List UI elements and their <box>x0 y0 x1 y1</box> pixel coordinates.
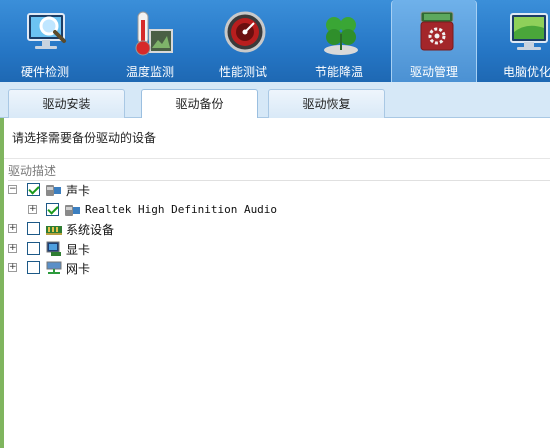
tree-item-label: 网卡 <box>66 262 91 276</box>
main-toolbar: 硬件检测 温度监测 性能测试 节能降温 驱动管理 电脑优化 <box>0 0 550 82</box>
toolbar-label: 硬件检测 <box>20 65 69 79</box>
monitor-magnifier-icon <box>27 13 66 49</box>
sound-card-icon <box>65 205 80 216</box>
tree-row-sound-card[interactable]: − 声卡 <box>0 181 550 199</box>
tree-row-system-devices[interactable]: + 系统设备 <box>0 220 550 238</box>
display-adapter-icon <box>46 241 61 256</box>
toolbar-hardware-detect[interactable]: 硬件检测 <box>2 0 88 82</box>
toolbar-driver-management[interactable]: 驱动管理 <box>391 0 477 82</box>
toolbar-label: 节能降温 <box>314 65 363 79</box>
expand-toggle[interactable]: + <box>8 263 17 272</box>
system-device-icon <box>46 226 62 235</box>
sound-card-icon <box>46 185 61 196</box>
expand-toggle[interactable]: + <box>28 205 37 214</box>
tab-driver-backup[interactable]: 驱动备份 <box>141 89 258 119</box>
driver-box-icon <box>420 11 454 51</box>
toolbar-temperature-monitor[interactable]: 温度监测 <box>107 0 193 82</box>
toolbar-label: 性能测试 <box>218 65 267 79</box>
clover-icon <box>324 17 358 55</box>
device-checkbox[interactable] <box>27 242 40 255</box>
toolbar-label: 温度监测 <box>125 65 174 79</box>
instruction-text: 请选择需要备份驱动的设备 <box>12 131 157 145</box>
collapse-toggle[interactable]: − <box>8 185 17 194</box>
divider <box>0 158 550 159</box>
toolbar-label: 电脑优化 <box>502 65 550 79</box>
column-header-description[interactable]: 驱动描述 <box>8 162 550 181</box>
tree-item-label: Realtek High Definition Audio <box>85 203 278 216</box>
speedometer-icon <box>224 11 266 53</box>
thermometer-icon <box>135 11 173 56</box>
device-checkbox[interactable] <box>46 203 59 216</box>
tree-row-network-adapter[interactable]: + 网卡 <box>0 259 550 277</box>
expand-toggle[interactable]: + <box>8 244 17 253</box>
device-checkbox[interactable] <box>27 261 40 274</box>
window-edge <box>0 118 4 448</box>
app-window: 硬件检测 温度监测 性能测试 节能降温 驱动管理 电脑优化 驱动安装 驱动备份 … <box>0 0 550 448</box>
monitor-optimize-icon <box>510 13 548 50</box>
tree-item-label: 声卡 <box>66 184 91 198</box>
toolbar-performance-test[interactable]: 性能测试 <box>200 0 286 82</box>
device-checkbox[interactable] <box>27 183 40 196</box>
device-checkbox[interactable] <box>27 222 40 235</box>
tree-row-realtek-audio[interactable]: + Realtek High Definition Audio <box>0 201 550 219</box>
tab-driver-restore[interactable]: 驱动恢复 <box>268 89 385 118</box>
tree-item-label: 系统设备 <box>66 223 115 237</box>
tab-bar: 驱动安装 驱动备份 驱动恢复 <box>0 82 550 119</box>
toolbar-label: 驱动管理 <box>409 65 458 79</box>
expand-toggle[interactable]: + <box>8 224 17 233</box>
network-adapter-icon <box>46 261 62 274</box>
toolbar-energy-saving[interactable]: 节能降温 <box>296 0 382 82</box>
tree-row-display-adapter[interactable]: + 显卡 <box>0 240 550 258</box>
backup-panel: 请选择需要备份驱动的设备 驱动描述 − 声卡 + Realtek High De… <box>0 118 550 448</box>
tab-driver-install[interactable]: 驱动安装 <box>8 89 125 118</box>
toolbar-pc-optimize[interactable]: 电脑优化 <box>484 0 550 82</box>
tree-item-label: 显卡 <box>66 243 91 257</box>
